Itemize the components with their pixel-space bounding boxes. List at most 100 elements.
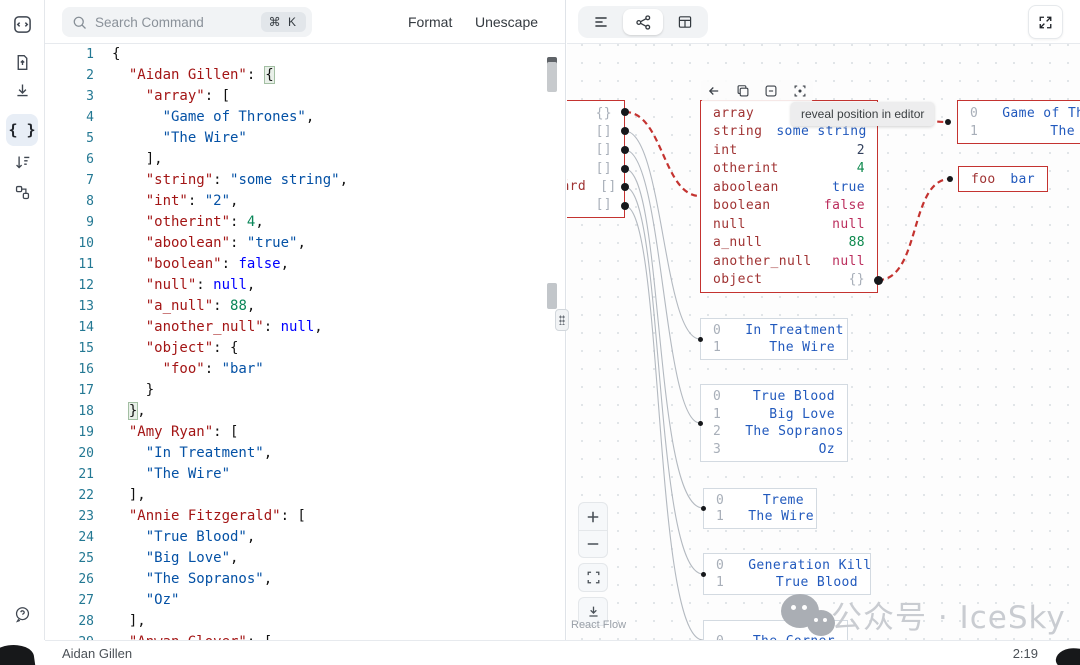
editor-line: 6 ], [45,149,565,170]
graph-node-annie-fitzgerald[interactable]: 0True Blood1Big Love2The Sopranos3Oz [700,384,848,462]
node-row: Aidan Gillen{} [567,104,624,122]
node-row: 0The Corner [704,624,847,640]
connection-handle [701,572,706,577]
editor-line: 4 "Game of Thrones", [45,107,565,128]
node-row: 0Treme [704,492,816,509]
editor-line: 15 "object": { [45,338,565,359]
line-number: 13 [45,296,108,317]
graph-canvas[interactable]: Aidan Gillen{}Amy Ryan[]Annie Fitzgerald… [567,44,1080,640]
line-number: 28 [45,611,108,632]
search-placeholder: Search Command [95,15,261,30]
edge-amy-ryan [625,131,700,339]
back-icon[interactable] [707,84,721,98]
line-number: 20 [45,443,108,464]
react-flow-attribution[interactable]: React Flow [571,619,626,631]
node-row: 0In Treatment [701,322,847,339]
node-row: a_null88 [701,234,877,253]
editor-line: 7 "string": "some string", [45,170,565,191]
graph-node-clarke-peters[interactable]: 0The Corner [703,620,848,640]
connection-handle [621,108,629,116]
search-shortcut-badge: ⌘ K [261,12,306,32]
download-icon[interactable] [6,74,38,106]
graph-node-anwan-glover[interactable]: 0Treme1The Wire [703,488,817,529]
line-number: 25 [45,548,108,569]
line-number: 23 [45,506,108,527]
search-input[interactable]: Search Command ⌘ K [62,7,312,37]
connection-handle [621,146,629,154]
node-row: 1The Wire [958,122,1080,140]
zoom-controls [578,502,608,626]
node-row: another_nullnull [701,252,877,271]
connection-handle [945,119,951,125]
editor-line: 12 "null": null, [45,275,565,296]
view-switcher [578,6,708,38]
node-row: 0Generation Kill [704,557,870,574]
graph-view-button[interactable] [623,9,663,35]
connection-handle [621,202,629,210]
panel-resize-handle[interactable] [555,309,569,331]
node-row: Alexander Skarsgård[] [567,177,624,195]
editor-line: 28 ], [45,611,565,632]
status-bar: Aidan Gillen 2:19 [45,640,1080,665]
app-window: { } [0,0,1080,665]
node-row: 1The Wire [704,509,816,526]
node-row: 1True Blood [704,574,870,591]
connection-handle [874,276,883,285]
graph-node-object-foo[interactable]: foobar [958,166,1048,192]
format-button[interactable]: Format [408,0,452,44]
line-number: 26 [45,569,108,590]
node-row: 1The Wire [701,339,847,356]
connection-handle [698,421,703,426]
json-view-icon[interactable]: { } [6,114,38,146]
unescape-button[interactable]: Unescape [475,0,538,44]
reveal-position-icon[interactable] [793,84,807,98]
app-logo-icon[interactable] [6,8,38,40]
editor-line: 9 "otherint": 4, [45,212,565,233]
graph-node-root[interactable]: Aidan Gillen{}Amy Ryan[]Annie Fitzgerald… [567,100,625,218]
connection-handle [621,127,629,135]
line-number: 3 [45,86,108,107]
zoom-in-button[interactable] [579,503,607,530]
fullscreen-button[interactable] [1028,5,1063,39]
fit-view-button[interactable] [579,564,607,591]
matched-bracket: { [265,67,273,83]
line-number: 11 [45,254,108,275]
sort-icon[interactable] [6,146,38,178]
connection-handle [947,176,953,182]
code-editor[interactable]: 1{2 "Aidan Gillen": {3 "array": [4 "Game… [45,44,565,640]
help-icon[interactable] [6,598,38,630]
line-number: 27 [45,590,108,611]
graph-node-amy-ryan[interactable]: 0In Treatment1The Wire [700,318,848,360]
graph-node-array[interactable]: 0Game of Thrones1The Wire [957,100,1080,144]
node-row: otherint4 [701,160,877,179]
line-number: 1 [45,44,108,65]
search-icon [72,15,87,30]
graph-node-alexander-skarsgard[interactable]: 0Generation Kill1True Blood [703,553,871,595]
editor-line: 5 "The Wire" [45,128,565,149]
editor-line: 25 "Big Love", [45,548,565,569]
node-row: foobar [959,170,1047,188]
list-view-button[interactable] [581,9,621,35]
node-row: nullnull [701,215,877,234]
node-row: abooleantrue [701,178,877,197]
tooltip: reveal position in editor [791,102,934,126]
editor-line: 11 "boolean": false, [45,254,565,275]
line-number: 2 [45,65,108,86]
node-row: 1Big Love [701,406,847,424]
table-view-button[interactable] [665,9,705,35]
line-number: 10 [45,233,108,254]
copy-icon[interactable] [736,84,750,98]
transform-nodes-icon[interactable] [6,176,38,208]
node-row: 0Game of Thrones [958,104,1080,122]
graph-topbar [567,0,1080,44]
editor-line: 19 "Amy Ryan": [ [45,422,565,443]
node-row: int2 [701,141,877,160]
zoom-out-button[interactable] [579,530,607,557]
editor-scrollbar-thumb[interactable] [547,62,557,92]
line-number: 24 [45,527,108,548]
graph-node-aidan-gillen[interactable]: array[]stringsome stringint2otherint4abo… [700,100,878,293]
line-number: 22 [45,485,108,506]
collapse-node-icon[interactable] [764,84,778,98]
graph-panel: Aidan Gillen{}Amy Ryan[]Annie Fitzgerald… [567,0,1080,640]
line-number: 6 [45,149,108,170]
